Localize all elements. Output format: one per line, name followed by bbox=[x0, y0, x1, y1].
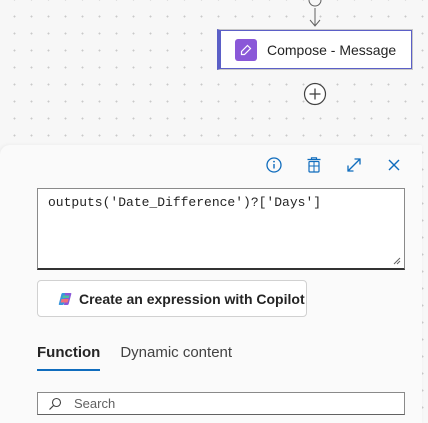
panel-toolbar bbox=[262, 153, 406, 177]
search-field[interactable] bbox=[37, 392, 405, 415]
search-input[interactable] bbox=[72, 395, 376, 412]
flow-connector bbox=[308, 0, 322, 27]
plus-circle-icon[interactable] bbox=[303, 82, 327, 106]
close-icon bbox=[388, 159, 400, 171]
create-expression-copilot-button[interactable]: Create an expression with Copilot bbox=[37, 280, 307, 317]
content-tabs: Function Dynamic content bbox=[37, 344, 252, 371]
tab-dynamic-content[interactable]: Dynamic content bbox=[120, 344, 232, 371]
copilot-button-label: Create an expression with Copilot bbox=[79, 290, 305, 307]
expression-editor[interactable]: outputs('Date_Difference')?['Days'] bbox=[37, 188, 405, 270]
resize-handle-icon[interactable] bbox=[392, 256, 401, 265]
info-button[interactable] bbox=[262, 153, 286, 177]
expand-icon bbox=[347, 158, 361, 172]
expand-button[interactable] bbox=[342, 153, 366, 177]
action-card-title: Compose - Message bbox=[267, 41, 397, 58]
expression-text[interactable]: outputs('Date_Difference')?['Days'] bbox=[48, 195, 321, 210]
delete-button[interactable] bbox=[302, 153, 326, 177]
compose-icon bbox=[235, 38, 257, 61]
info-icon bbox=[266, 157, 282, 173]
close-button[interactable] bbox=[382, 153, 406, 177]
trash-icon bbox=[307, 157, 321, 173]
copilot-icon bbox=[58, 292, 72, 305]
search-icon bbox=[49, 397, 62, 410]
compose-action-card[interactable]: Compose - Message bbox=[217, 29, 413, 70]
tab-function[interactable]: Function bbox=[37, 344, 101, 371]
